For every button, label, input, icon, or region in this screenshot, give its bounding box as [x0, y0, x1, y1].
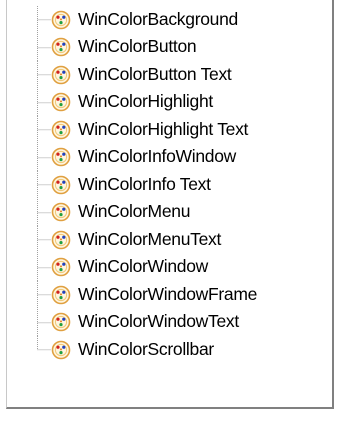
tree-node-label: WinColorButton Text: [78, 63, 232, 84]
enum-value-icon: [51, 10, 71, 30]
enum-value-icon: [51, 285, 71, 305]
tree-node-label: WinColorScrollbar: [78, 338, 214, 359]
enum-value-icon: [51, 312, 71, 332]
tree-node-label: WinColorInfoWindow: [78, 146, 236, 167]
tree-node-label: WinColorMenu: [78, 201, 191, 222]
tree-connector: [37, 143, 51, 171]
enum-value-icon: [51, 37, 71, 57]
enum-value-icon: [51, 230, 71, 250]
enum-value-icon: [51, 120, 71, 140]
tree-node-label: WinColorWindow: [78, 256, 208, 277]
tree-connector: [37, 308, 51, 336]
enum-value-icon: [51, 175, 71, 195]
enum-value-icon: [51, 65, 71, 85]
tree-node-label: WinColorBackground: [78, 8, 238, 29]
tree-view[interactable]: WinColorBackground WinColorButton WinCol…: [6, 0, 334, 409]
tree-connector: [37, 336, 51, 364]
enum-value-icon: [51, 147, 71, 167]
tree-connector: [37, 226, 51, 254]
tree-connector: [37, 253, 51, 281]
tree-connector: [37, 6, 51, 34]
enum-value-icon: [51, 202, 71, 222]
tree-connector: [37, 171, 51, 199]
tree-connector: [37, 281, 51, 309]
enum-value-icon: [51, 340, 71, 360]
tree-node-label: WinColorHighlight Text: [78, 118, 249, 139]
tree-connector: [37, 116, 51, 144]
tree-connector: [37, 88, 51, 116]
tree-connector: [37, 61, 51, 89]
enum-value-icon: [51, 257, 71, 277]
enum-value-icon: [51, 92, 71, 112]
tree-node-label: WinColorInfo Text: [78, 173, 211, 194]
tree-node-label: WinColorMenuText: [78, 228, 222, 249]
tree-node-label: WinColorHighlight: [78, 91, 213, 112]
tree-node-label: WinColorWindowText: [78, 311, 239, 332]
tree-connector: [37, 198, 51, 226]
tree-node-label: WinColorWindowFrame: [78, 283, 258, 304]
tree-connector: [37, 33, 51, 61]
tree-node-label: WinColorButton: [78, 36, 197, 57]
